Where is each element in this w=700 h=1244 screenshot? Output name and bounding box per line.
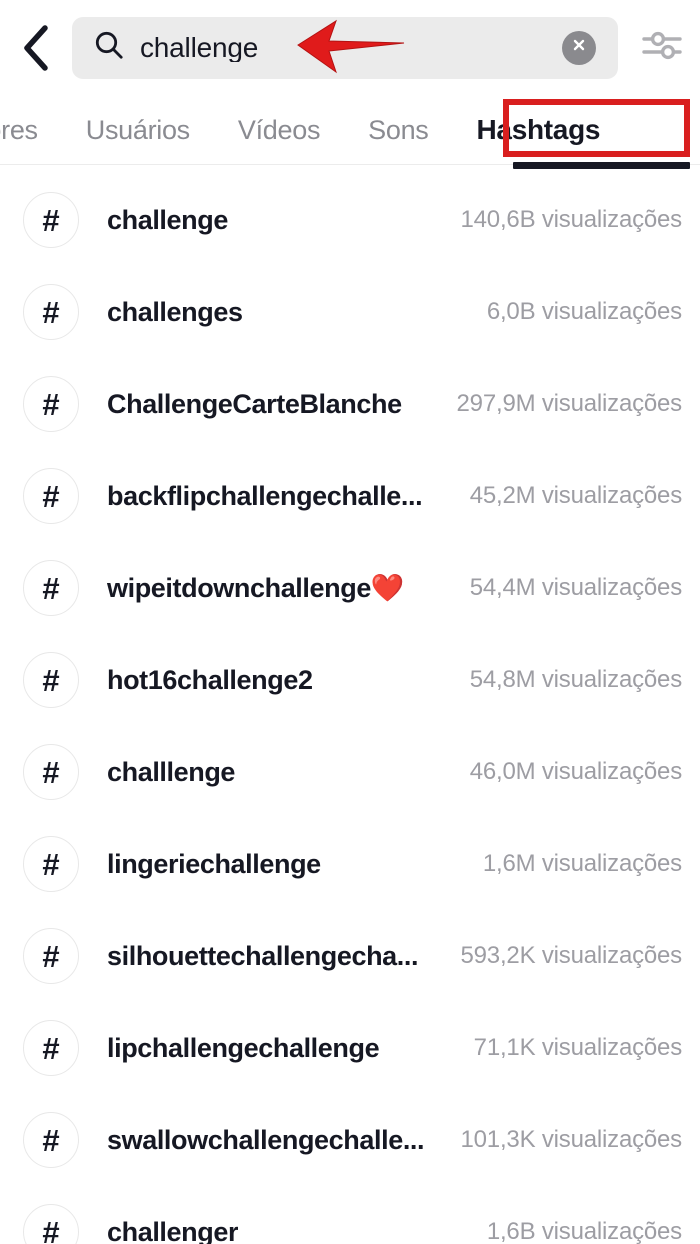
- active-tab-indicator: [513, 162, 690, 169]
- hashtag-name: lingeriechallenge: [107, 848, 321, 879]
- chevron-left-icon: [21, 24, 51, 72]
- tab-hashtags[interactable]: Hashtags: [453, 95, 625, 165]
- hashtag-name: ChallengeCarteBlanche: [107, 388, 402, 419]
- hashtag-name: lipchallengechallenge: [107, 1032, 380, 1063]
- hashtag-icon: #: [23, 560, 79, 616]
- tab-usuarios[interactable]: Usuários: [62, 95, 214, 165]
- hashtag-name: hot16challenge2: [107, 664, 313, 695]
- list-item[interactable]: # challenge 140,6B visualizações: [0, 174, 700, 266]
- tab-label: Sons: [368, 114, 429, 145]
- hashtag-name: backflipchallengechalle...: [107, 480, 423, 511]
- hashtag-views: 6,0B visualizações: [486, 297, 682, 325]
- filter-button[interactable]: [624, 0, 700, 95]
- tab-sons[interactable]: Sons: [344, 95, 452, 165]
- tab-label: lhores: [0, 114, 38, 145]
- hashtag-views: 297,9M visualizações: [456, 389, 683, 417]
- hashtag-icon: #: [23, 284, 79, 340]
- hashtag-icon: #: [23, 468, 79, 524]
- list-item[interactable]: # swallowchallengechalle... 101,3K visua…: [0, 1094, 700, 1186]
- list-item[interactable]: # challenger 1,6B visualizações: [0, 1186, 700, 1244]
- hashtag-name: challenges: [107, 296, 243, 327]
- search-icon: [94, 30, 124, 65]
- hashtag-name: challenger: [107, 1216, 239, 1244]
- tab-label: Usuários: [85, 114, 190, 145]
- hashtag-views: 593,2K visualizações: [460, 941, 683, 969]
- filter-sliders-icon: [640, 27, 684, 68]
- hashtag-icon: #: [23, 836, 79, 892]
- list-item[interactable]: # hot16challenge2 54,8M visualizações: [0, 634, 700, 726]
- search-input[interactable]: challenge: [72, 16, 618, 79]
- hashtag-views: 1,6M visualizações: [482, 849, 682, 877]
- hashtag-views: 46,0M visualizações: [469, 757, 683, 785]
- hashtag-results-list[interactable]: # challenge 140,6B visualizações # chall…: [0, 174, 700, 1244]
- hashtag-views: 1,6B visualizações: [486, 1217, 682, 1244]
- hashtag-views: 54,8M visualizações: [469, 665, 683, 693]
- hashtag-name: silhouettechallengecha...: [107, 940, 419, 971]
- hashtag-views: 101,3K visualizações: [460, 1125, 683, 1153]
- clear-search-button[interactable]: [562, 30, 596, 65]
- hashtag-views: 54,4M visualizações: [469, 573, 683, 601]
- hashtag-icon: #: [23, 744, 79, 800]
- hashtag-name: challenge: [107, 204, 228, 235]
- list-item[interactable]: # wipeitdownchallenge❤️ 54,4M visualizaç…: [0, 542, 700, 634]
- hashtag-icon: #: [23, 652, 79, 708]
- back-button[interactable]: [0, 0, 72, 95]
- list-item[interactable]: # lipchallengechallenge 71,1K visualizaç…: [0, 1002, 700, 1094]
- list-item[interactable]: # silhouettechallengecha... 593,2K visua…: [0, 910, 700, 1002]
- list-item[interactable]: # lingeriechallenge 1,6M visualizações: [0, 818, 700, 910]
- list-item[interactable]: # backflipchallengechalle... 45,2M visua…: [0, 450, 700, 542]
- result-category-tabs: lhores Usuários Vídeos Sons Hashtags: [0, 95, 700, 165]
- hashtag-icon: #: [23, 1204, 79, 1244]
- hashtag-views: 71,1K visualizações: [473, 1033, 683, 1061]
- list-item[interactable]: # challlenge 46,0M visualizações: [0, 726, 700, 818]
- list-item[interactable]: # challenges 6,0B visualizações: [0, 266, 700, 358]
- hashtag-icon: #: [23, 1020, 79, 1076]
- top-search-bar: challenge: [0, 0, 700, 95]
- tab-videos[interactable]: Vídeos: [214, 95, 344, 165]
- list-item[interactable]: # ChallengeCarteBlanche 297,9M visualiza…: [0, 358, 700, 450]
- hashtag-views: 140,6B visualizações: [460, 205, 683, 233]
- hashtag-icon: #: [23, 376, 79, 432]
- search-results-screen: challenge res Usuários Vídeos Sons Hasht…: [0, 0, 700, 1244]
- tab-label: Hashtags: [476, 114, 601, 145]
- hashtag-icon: #: [23, 1112, 79, 1168]
- hashtag-name: wipeitdownchallenge❤️: [107, 572, 405, 603]
- hashtag-icon: #: [23, 928, 79, 984]
- hashtag-icon: #: [23, 192, 79, 248]
- tab-label: Vídeos: [237, 114, 321, 145]
- tab-melhores[interactable]: lhores: [0, 95, 62, 165]
- hashtag-views: 45,2M visualizações: [469, 481, 683, 509]
- hashtag-name: challlenge: [107, 756, 236, 787]
- hashtag-name: swallowchallengechalle...: [107, 1124, 425, 1155]
- close-icon: [570, 36, 588, 59]
- search-input-value: challenge: [140, 33, 259, 62]
